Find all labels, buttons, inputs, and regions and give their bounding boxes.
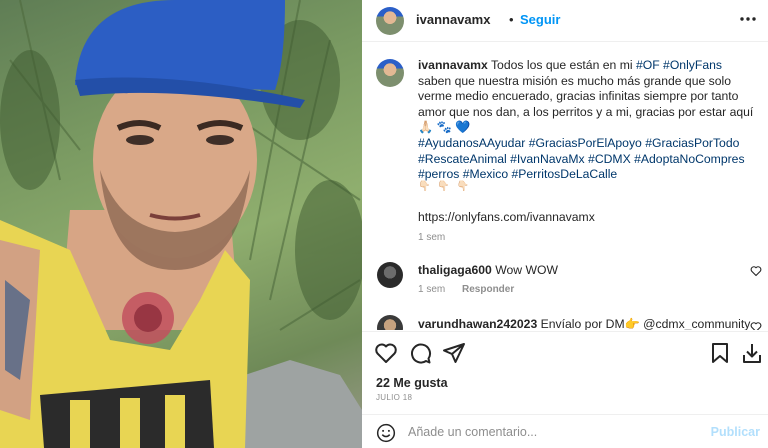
hashtag-onlyfans[interactable]: #OnlyFans bbox=[663, 58, 722, 72]
caption-body: saben que nuestra misión es mucho más gr… bbox=[418, 73, 754, 135]
bookmark-icon[interactable] bbox=[708, 341, 732, 365]
comment: varundhawan242023 Envíalo por DM👉 @cdmx_… bbox=[418, 317, 750, 330]
hashtag[interactable]: #RescateAnimal bbox=[418, 152, 507, 166]
caption-author-avatar[interactable] bbox=[376, 59, 404, 87]
comment-text: Envíalo por DM👉 @cdmx_community bbox=[540, 317, 751, 330]
add-comment-bar: Publicar bbox=[362, 414, 768, 448]
hashtag[interactable]: #Mexico bbox=[463, 167, 508, 181]
comment-like-heart-icon[interactable] bbox=[750, 265, 762, 277]
hashtag[interactable]: #AdoptaNoCompres bbox=[634, 152, 744, 166]
hashtag[interactable]: #IvanNavaMx bbox=[510, 152, 585, 166]
commenter-avatar[interactable] bbox=[377, 262, 403, 288]
comment-text: Wow WOW bbox=[495, 263, 558, 277]
post-photo[interactable] bbox=[0, 0, 362, 448]
post-comment-button[interactable]: Publicar bbox=[711, 425, 760, 439]
comment-icon[interactable] bbox=[408, 341, 432, 365]
comment-username[interactable]: varundhawan242023 bbox=[418, 317, 537, 330]
share-icon[interactable] bbox=[442, 341, 466, 365]
post-header: ivannavamx • Seguir bbox=[362, 0, 768, 42]
caption-timestamp[interactable]: 1 sem bbox=[418, 232, 445, 243]
caption-intro: Todos los que están en mi bbox=[490, 58, 633, 72]
commenter-avatar[interactable] bbox=[377, 315, 403, 330]
download-icon[interactable] bbox=[740, 341, 764, 365]
hashtag-of[interactable]: #OF bbox=[636, 58, 660, 72]
hashtag[interactable]: #AyudanosAAyudar bbox=[418, 136, 525, 150]
post-details-panel: ivannavamx • Seguir ivannavamx Todos los… bbox=[362, 0, 768, 448]
comment-meta: 1 sem Responder bbox=[418, 284, 528, 295]
hashtag[interactable]: #perros bbox=[418, 167, 459, 181]
caption-username[interactable]: ivannavamx bbox=[418, 58, 488, 72]
likes-count[interactable]: 22 Me gusta bbox=[376, 376, 448, 390]
pointing-emojis: 👇🏻 👇🏻 👇🏻 bbox=[418, 181, 471, 192]
comment-timestamp[interactable]: 1 sem bbox=[418, 284, 445, 295]
hashtag[interactable]: #GraciasPorElApoyo bbox=[529, 136, 642, 150]
hashtag[interactable]: #CDMX bbox=[588, 152, 631, 166]
author-avatar[interactable] bbox=[376, 7, 404, 35]
hashtag[interactable]: #PerritosDeLaCalle bbox=[512, 167, 618, 181]
emoji-smile-icon[interactable] bbox=[376, 423, 396, 443]
comment: thaligaga600 Wow WOW bbox=[418, 263, 558, 277]
comments-feed[interactable]: ivannavamx Todos los que están en mi #OF… bbox=[362, 43, 768, 330]
photo-illustration bbox=[0, 0, 362, 448]
hashtag[interactable]: #GraciasPorTodo bbox=[645, 136, 739, 150]
caption-url[interactable]: https://onlyfans.com/ivannavamx bbox=[418, 210, 595, 224]
post-actions-bar bbox=[362, 331, 768, 375]
comment-username[interactable]: thaligaga600 bbox=[418, 263, 492, 277]
comment-input[interactable] bbox=[408, 422, 708, 442]
header-separator: • bbox=[509, 12, 514, 27]
comment-like-heart-icon[interactable] bbox=[750, 321, 762, 330]
post-date: JULIO 18 bbox=[376, 393, 413, 402]
reply-button[interactable]: Responder bbox=[462, 284, 514, 295]
heart-icon[interactable] bbox=[374, 341, 398, 365]
follow-button[interactable]: Seguir bbox=[520, 12, 560, 27]
post-caption: ivannavamx Todos los que están en mi #OF… bbox=[418, 58, 754, 183]
more-options-icon[interactable] bbox=[738, 9, 758, 29]
author-username[interactable]: ivannavamx bbox=[416, 12, 490, 27]
